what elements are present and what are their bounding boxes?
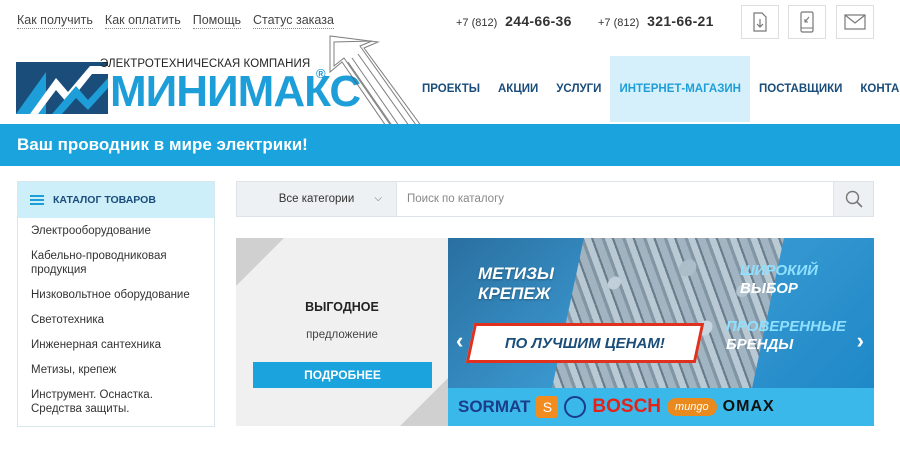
menu-icon: [30, 195, 44, 205]
brand-omax: OMAX: [722, 398, 775, 415]
offer-more-button[interactable]: ПОДРОБНЕЕ: [253, 362, 432, 388]
slider-right-text-2: ПРОВЕРЕННЫЕ БРЕНДЫ: [726, 318, 846, 353]
tagline-bar: Ваш проводник в мире электрики!: [0, 124, 900, 166]
fasteners-image: [552, 238, 784, 388]
brand-sormat: SORMAT: [458, 397, 531, 416]
top-link-how-to-get[interactable]: Как получить: [17, 13, 93, 29]
catalog-item-fasteners[interactable]: Метизы, крепеж: [31, 363, 214, 377]
brand-s-logo: S: [536, 396, 559, 418]
nav-item-projects[interactable]: ПРОЕКТЫ: [413, 56, 489, 122]
top-link-how-to-pay[interactable]: Как оплатить: [104, 13, 181, 29]
document-download-icon[interactable]: [741, 5, 779, 39]
envelope-icon[interactable]: [836, 5, 874, 39]
search-button[interactable]: [833, 182, 873, 216]
brand-bosch-emblem-icon: [564, 396, 587, 418]
main-nav: ПРОЕКТЫ АКЦИИ УСЛУГИ ИНТЕРНЕТ-МАГАЗИН ПО…: [413, 56, 900, 122]
catalog-header[interactable]: КАТАЛОГ ТОВАРОВ: [18, 182, 214, 218]
company-logo[interactable]: ЭЛЕКТРОТЕХНИЧЕСКАЯ КОМПАНИЯ МИНИМАКС ®: [16, 58, 361, 116]
search-input[interactable]: [397, 182, 833, 216]
offer-subtitle: предложение: [306, 329, 378, 341]
nav-item-suppliers[interactable]: ПОСТАВЩИКИ: [750, 56, 851, 122]
catalog-item-lighting[interactable]: Светотехника: [31, 313, 214, 327]
corner-decoration: [236, 238, 284, 286]
brand-bosch: BOSCH: [592, 396, 662, 417]
catalog-title: КАТАЛОГ ТОВАРОВ: [53, 194, 156, 206]
top-links: Как получить Как оплатить Помощь Статус …: [17, 13, 334, 29]
slider-left-text: МЕТИЗЫ КРЕПЕЖ: [478, 264, 555, 303]
top-link-order-status[interactable]: Статус заказа: [253, 13, 334, 29]
brand-mungo: mungo: [667, 398, 717, 416]
slider-prev-arrow[interactable]: ‹: [456, 328, 463, 354]
top-link-help[interactable]: Помощь: [192, 13, 241, 29]
catalog-list: Электрооборудование Кабельно-проводников…: [18, 218, 214, 416]
offer-card: ВЫГОДНОЕ предложение ПОДРОБНЕЕ: [236, 238, 448, 426]
slider-price-banner: ПО ЛУЧШИМ ЦЕНАМ!: [465, 323, 705, 363]
page: Как получить Как оплатить Помощь Статус …: [0, 0, 900, 450]
catalog-item-electrical-equipment[interactable]: Электрооборудование: [31, 224, 214, 238]
nav-item-contacts[interactable]: КОНТАКТЫ: [851, 56, 900, 122]
phone-2[interactable]: +7 (812) 321-66-21: [598, 13, 714, 29]
catalog-item-low-voltage[interactable]: Низковольтное оборудование: [31, 288, 214, 302]
tagline-text: Ваш проводник в мире электрики!: [17, 135, 308, 154]
promo-slider[interactable]: МЕТИЗЫ КРЕПЕЖ ШИРОКИЙ ВЫБОР ПРОВЕРЕННЫЕ …: [448, 238, 874, 426]
category-select[interactable]: Все категории ⌵: [237, 182, 397, 216]
search-icon: [845, 190, 863, 208]
chevron-down-icon: ⌵: [374, 193, 382, 204]
slider-right-text-1: ШИРОКИЙ ВЫБОР: [740, 262, 818, 297]
nav-item-services[interactable]: УСЛУГИ: [547, 56, 610, 122]
search-bar: Все категории ⌵: [236, 181, 874, 217]
phone-1[interactable]: +7 (812) 244-66-36: [456, 13, 572, 29]
slider-next-arrow[interactable]: ›: [857, 328, 864, 354]
nav-item-online-store[interactable]: ИНТЕРНЕТ-МАГАЗИН: [610, 56, 750, 122]
catalog-item-plumbing[interactable]: Инженерная сантехника: [31, 338, 214, 352]
offer-title: ВЫГОДНОЕ: [305, 300, 379, 314]
logo-mark-icon: [16, 62, 108, 114]
mobile-phone-icon[interactable]: [788, 5, 826, 39]
nav-item-promos[interactable]: АКЦИИ: [489, 56, 547, 122]
catalog-panel: КАТАЛОГ ТОВАРОВ Электрооборудование Кабе…: [17, 181, 215, 427]
catalog-item-tools[interactable]: Инструмент. Оснастка. Средства защиты.: [31, 388, 214, 416]
brand-strip: SORMAT S BOSCH mungo OMAX: [448, 388, 874, 426]
catalog-item-cable-products[interactable]: Кабельно-проводниковая продукция: [31, 249, 214, 277]
